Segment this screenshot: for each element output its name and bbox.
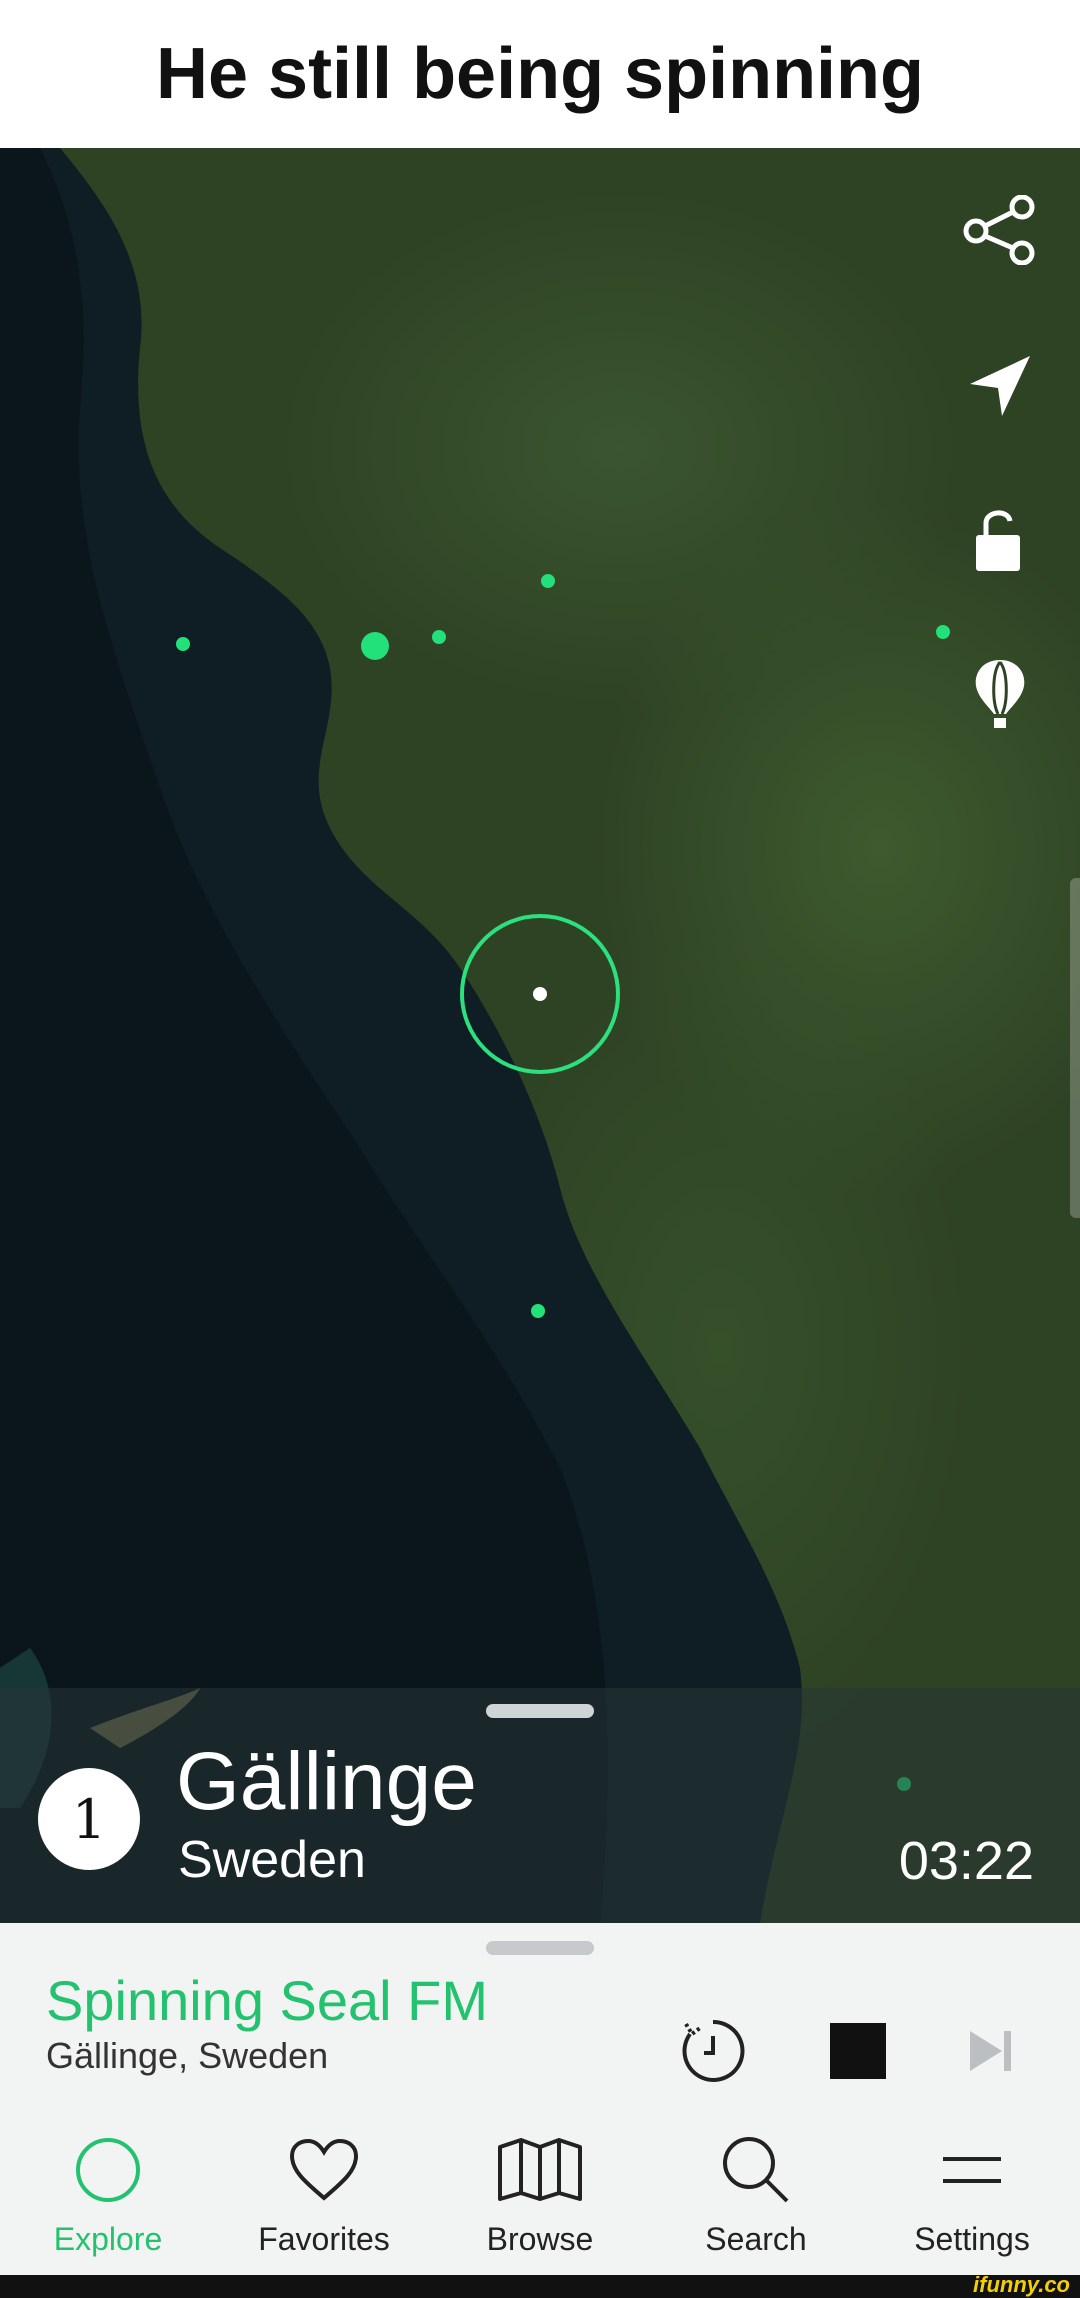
nav-browse[interactable]: Browse: [440, 2128, 640, 2258]
heart-icon: [288, 2128, 360, 2211]
station-dot[interactable]: [176, 637, 190, 651]
watermark: ifunny.co: [973, 2272, 1070, 2297]
skip-next-icon[interactable]: [952, 2013, 1028, 2089]
station-number-badge: 1: [38, 1768, 140, 1870]
nav-label: Settings: [914, 2221, 1030, 2257]
search-icon: [721, 2128, 791, 2211]
station-dot[interactable]: [541, 574, 555, 588]
meme-caption: He still being spinning: [0, 0, 1080, 148]
stop-icon[interactable]: [820, 2013, 896, 2089]
nav-label: Browse: [486, 2221, 594, 2257]
balloon-icon[interactable]: [960, 654, 1040, 734]
navigation-arrow-icon[interactable]: [960, 346, 1040, 426]
sleep-timer-icon[interactable]: [675, 2013, 751, 2089]
station-dot[interactable]: [531, 1304, 545, 1318]
nav-favorites[interactable]: Favorites: [224, 2128, 424, 2258]
nav-label: Search: [705, 2221, 807, 2257]
unlock-icon[interactable]: [960, 500, 1040, 580]
nav-search[interactable]: Search: [656, 2128, 856, 2258]
circle-icon: [73, 2128, 143, 2211]
side-drawer-handle[interactable]: [1070, 878, 1080, 1218]
map-icon: [497, 2128, 583, 2211]
station-city: Gällinge: [176, 1736, 477, 1827]
menu-icon: [941, 2128, 1003, 2211]
nav-label: Explore: [53, 2221, 163, 2257]
satellite-map[interactable]: [0, 148, 1080, 1923]
nav-explore[interactable]: Explore: [8, 2128, 208, 2258]
station-dot[interactable]: [936, 625, 950, 639]
selected-station-center: [533, 987, 547, 1001]
nav-label: Favorites: [258, 2221, 390, 2257]
station-location: Gällinge, Sweden: [46, 2035, 329, 2076]
station-dot-large[interactable]: [361, 632, 389, 660]
nav-settings[interactable]: Settings: [872, 2128, 1072, 2258]
station-timer: 03:22: [898, 1831, 1034, 1891]
station-name: Spinning Seal FM: [46, 1969, 489, 2032]
station-dot[interactable]: [432, 630, 446, 644]
player-drag-handle[interactable]: [486, 1941, 594, 1955]
watermark-bar: [0, 2275, 1080, 2298]
card-drag-handle[interactable]: [486, 1704, 594, 1718]
share-icon[interactable]: [960, 190, 1040, 270]
station-country: Sweden: [178, 1831, 366, 1889]
